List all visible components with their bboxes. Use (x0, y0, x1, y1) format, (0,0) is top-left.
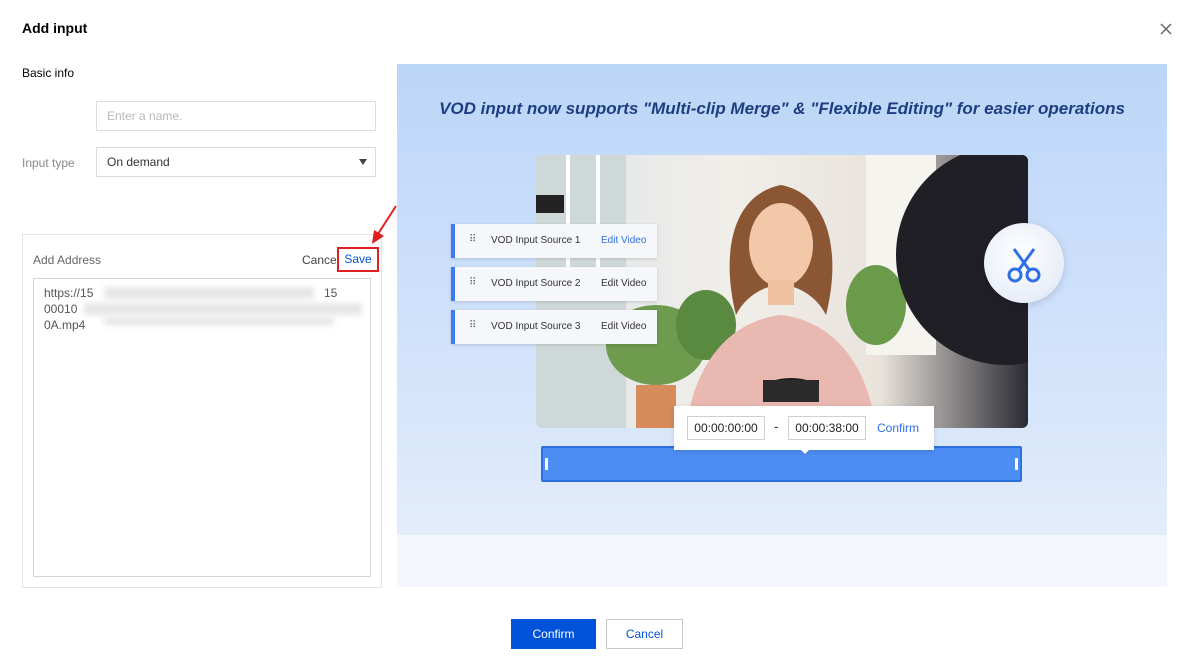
edit-video-link[interactable]: Edit Video (601, 321, 646, 332)
drag-handle-icon[interactable]: ⠿ (469, 234, 476, 245)
vod-source-label: VOD Input Source 1 (491, 235, 581, 246)
time-range-popover: 00:00:00:00 - 00:00:38:00 Confirm (674, 406, 934, 450)
address-line-1-tail: 15 (324, 286, 338, 300)
confirm-button[interactable]: Confirm (511, 619, 596, 649)
address-textarea[interactable]: https://15 15 00010 0A.mp4 (33, 278, 371, 577)
redaction-blur (104, 317, 334, 325)
annotation-arrow-icon (372, 205, 397, 244)
timeline-left-handle[interactable] (545, 458, 548, 470)
edit-video-link[interactable]: Edit Video (601, 235, 646, 246)
add-address-label: Add Address (33, 253, 102, 267)
start-time-field[interactable]: 00:00:00:00 (687, 416, 765, 440)
dialog-title: Add input (22, 20, 88, 36)
vod-source-card-3[interactable]: ⠿ VOD Input Source 3 Edit Video (451, 310, 657, 344)
banner-headline: VOD input now supports "Multi-clip Merge… (439, 99, 1125, 118)
timeline-right-handle[interactable] (1015, 458, 1018, 470)
vod-source-card-1[interactable]: ⠿ VOD Input Source 1 Edit Video (451, 224, 657, 258)
end-time-field[interactable]: 00:00:38:00 (788, 416, 866, 440)
address-line-1: https://15 (44, 286, 94, 300)
edit-video-link[interactable]: Edit Video (601, 278, 646, 289)
caret-down-icon (359, 159, 367, 165)
scissors-icon (1007, 248, 1041, 283)
drag-handle-icon[interactable]: ⠿ (469, 320, 476, 331)
address-cancel-link[interactable]: Cancel (302, 253, 339, 267)
section-basic-info: Basic info (22, 66, 75, 80)
redaction-blur (104, 287, 314, 299)
drag-handle-icon[interactable]: ⠿ (469, 277, 476, 288)
cancel-button[interactable]: Cancel (606, 619, 683, 649)
vod-source-label: VOD Input Source 2 (491, 278, 581, 289)
vod-source-card-2[interactable]: ⠿ VOD Input Source 2 Edit Video (451, 267, 657, 301)
address-save-link[interactable]: Save (337, 247, 379, 272)
time-separator: - (774, 418, 779, 434)
input-type-label: Input type (22, 156, 75, 170)
banner-footer-strip (397, 535, 1167, 587)
input-type-select[interactable]: On demand (96, 147, 376, 177)
redaction-blur (84, 303, 362, 315)
time-confirm-link[interactable]: Confirm (877, 421, 919, 435)
name-input[interactable] (96, 101, 376, 131)
scissors-button[interactable] (984, 223, 1064, 303)
popover-pointer (799, 448, 811, 454)
close-icon[interactable] (1157, 20, 1175, 38)
vod-source-label: VOD Input Source 3 (491, 321, 581, 332)
promo-banner: VOD input now supports "Multi-clip Merge… (397, 64, 1167, 587)
input-type-value: On demand (107, 155, 170, 169)
clip-timeline[interactable] (541, 446, 1022, 482)
